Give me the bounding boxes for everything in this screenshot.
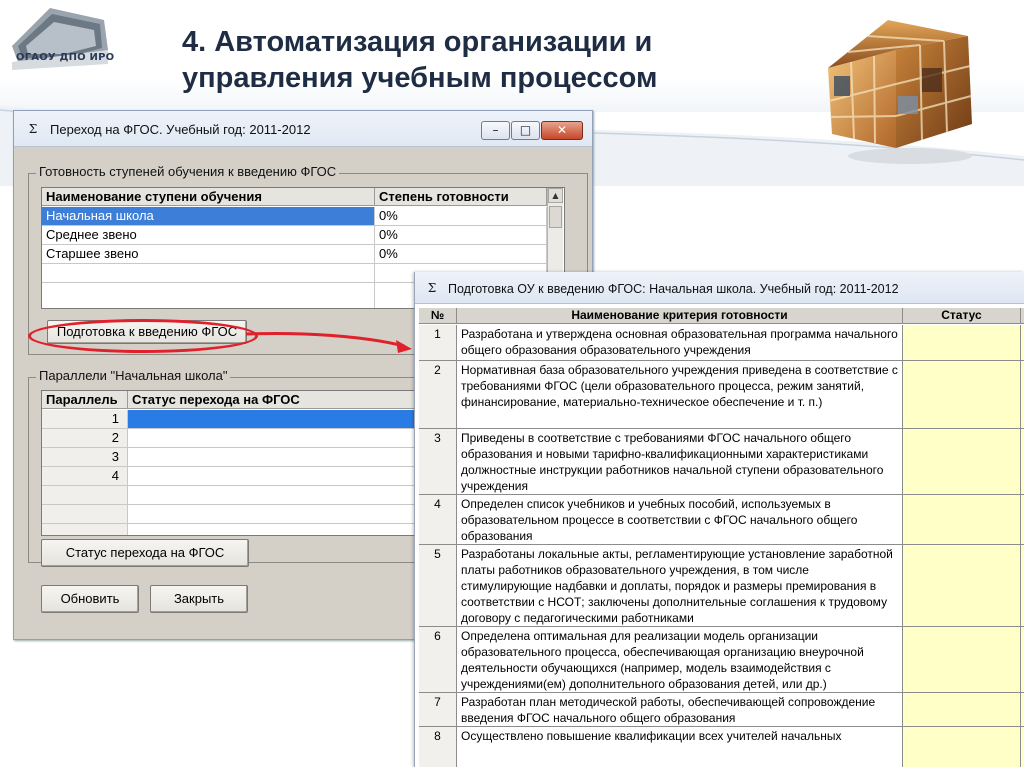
table-row-readiness-value[interactable]: 0% [375,207,547,226]
table-row-readiness-value[interactable]: 0% [375,226,547,245]
table-row-empty[interactable] [42,486,128,505]
table-row-transition-status[interactable] [128,448,420,467]
parallels-grid: Параллель Статус перехода на ФГОС 1 2 3 … [41,390,421,536]
sigma-icon: Σ [427,281,437,295]
row-number: 8 [419,727,457,767]
slide-title-line-2: управления учебным процессом [182,62,658,94]
slide-title: 4. Автоматизация организации и управлени… [182,24,782,96]
row-status-cell[interactable] [903,693,1021,726]
parallels-group-legend: Параллели "Начальная школа" [36,368,231,383]
row-status-cell[interactable] [903,627,1021,692]
table-row[interactable]: 3 Приведены в соответствие с требованиям… [419,429,1024,495]
scroll-up-icon[interactable]: ▲ [548,188,563,203]
table-row[interactable]: 8 Осуществлено повышение квалификации вс… [419,727,1024,767]
sigma-icon: Σ [28,122,38,136]
table-row-empty[interactable] [128,486,420,505]
row-status-cell[interactable] [903,325,1021,360]
highlight-oval [28,319,258,353]
arrow-icon [245,332,412,353]
scrollbar-thumb[interactable] [549,206,562,228]
row-status-cell[interactable] [903,545,1021,626]
close-icon: ✕ [556,123,568,137]
minimize-icon: – [492,123,499,137]
column-header-criterion[interactable]: Наименование критерия готовности [457,308,903,324]
row-number: 1 [419,325,457,360]
criteria-table: № Наименование критерия готовности Стату… [419,308,1024,767]
window-title: Переход на ФГОС. Учебный год: 2011-2012 [50,122,311,137]
row-status-cell[interactable] [903,727,1021,767]
row-criterion-text: Разработана и утверждена основная образо… [457,325,903,360]
row-criterion-text: Определена оптимальная для реализации мо… [457,627,903,692]
table-row-transition-status[interactable] [128,429,420,448]
refresh-button[interactable]: Обновить [41,585,139,613]
row-criterion-text: Определен список учебников и учебных пос… [457,495,903,544]
table-row-empty[interactable] [42,283,375,308]
table-row-empty[interactable] [128,505,420,524]
row-status-cell[interactable] [903,429,1021,494]
institution-logo [4,2,116,74]
row-number: 6 [419,627,457,692]
table-row-transition-status[interactable] [128,410,420,429]
table-row-parallel-number[interactable]: 2 [42,429,128,448]
table-row-empty[interactable] [42,264,375,283]
slide-title-line-1: 4. Автоматизация организации и [182,26,653,58]
maximize-button[interactable]: □ [511,121,540,140]
window-title: Подготовка ОУ к введению ФГОС: Начальная… [448,282,899,296]
readiness-group-legend: Готовность ступеней обучения к введению … [36,164,340,179]
column-header-status[interactable]: Статус [903,308,1021,324]
table-row-stage-name[interactable]: Начальная школа [42,207,375,226]
table-row[interactable]: 5 Разработаны локальные акты, регламенти… [419,545,1024,627]
table-row[interactable]: 2 Нормативная база образовательного учре… [419,361,1024,429]
row-criterion-text: Осуществлено повышение квалификации всех… [457,727,903,767]
row-criterion-text: Нормативная база образовательного учрежд… [457,361,903,428]
table-row-stage-name[interactable]: Среднее звено [42,226,375,245]
window-fgos-readiness-criteria: Σ Подготовка ОУ к введению ФГОС: Начальн… [414,272,1024,767]
row-status-cell[interactable] [903,495,1021,544]
table-row-parallel-number[interactable]: 4 [42,467,128,486]
column-header-readiness[interactable]: Степень готовности [375,188,547,206]
row-number: 5 [419,545,457,626]
table-row-empty[interactable] [128,524,420,535]
column-header-transition-status[interactable]: Статус перехода на ФГОС [128,391,420,409]
minimize-button[interactable]: – [481,121,510,140]
table-row-stage-name[interactable]: Старшее звено [42,245,375,264]
table-row-transition-status[interactable] [128,467,420,486]
table-row-empty[interactable] [42,505,128,524]
row-status-cell[interactable] [903,361,1021,428]
column-header-number[interactable]: № [419,308,457,324]
transition-status-button[interactable]: Статус перехода на ФГОС [41,539,249,567]
table-row-empty[interactable] [42,524,128,535]
table-row[interactable]: 6 Определена оптимальная для реализации … [419,627,1024,693]
table-row-readiness-value[interactable]: 0% [375,245,547,264]
row-number: 4 [419,495,457,544]
column-header-parallel[interactable]: Параллель [42,391,128,409]
row-number: 7 [419,693,457,726]
column-header-stage-name[interactable]: Наименование ступени обучения [42,188,375,206]
close-button[interactable]: Закрыть [150,585,248,613]
logo-text: ОГАОУ ДПО ИРО [16,52,115,63]
window-titlebar: Σ Подготовка ОУ к введению ФГОС: Начальн… [415,272,1024,304]
cube-image [828,20,972,164]
row-criterion-text: Разработан план методической работы, обе… [457,693,903,726]
row-criterion-text: Приведены в соответствие с требованиями … [457,429,903,494]
table-row-parallel-number[interactable]: 3 [42,448,128,467]
maximize-icon: □ [519,123,532,137]
table-row[interactable]: 4 Определен список учебников и учебных п… [419,495,1024,545]
table-row[interactable]: 1 Разработана и утверждена основная обра… [419,325,1024,361]
close-window-button[interactable]: ✕ [541,121,583,140]
row-criterion-text: Разработаны локальные акты, регламентиру… [457,545,903,626]
row-number: 2 [419,361,457,428]
window-titlebar: Σ Переход на ФГОС. Учебный год: 2011-201… [14,111,592,147]
row-number: 3 [419,429,457,494]
table-row-parallel-number[interactable]: 1 [42,410,128,429]
table-row[interactable]: 7 Разработан план методической работы, о… [419,693,1024,727]
